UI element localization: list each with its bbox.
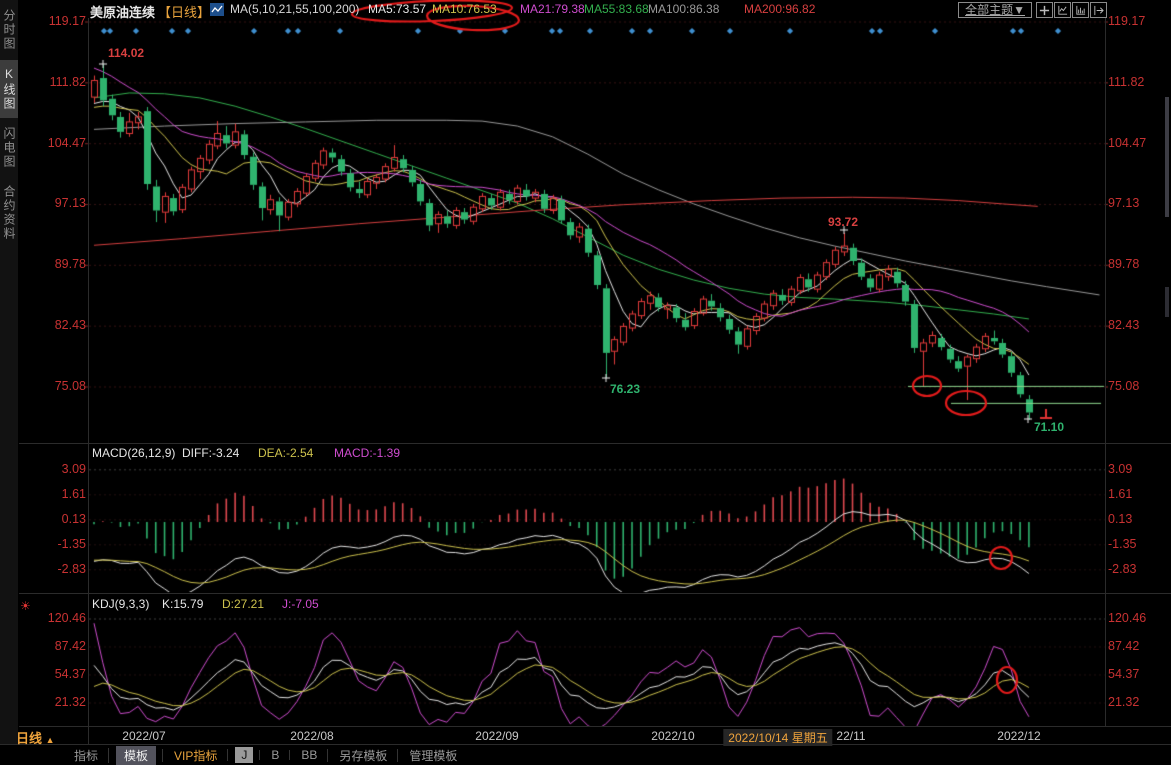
macd-macd-value: MACD:-1.39 [334,446,400,460]
kdj-title: KDJ(9,3,3) [92,597,149,611]
ma5-value: MA5:73.57 [368,2,426,16]
ma21-value: MA21:79.38 [520,2,585,16]
toolbar-divider [0,744,1171,745]
ma100-value: MA100:86.38 [648,2,719,16]
panel-divider-macd [18,443,1171,444]
left-sidebar: 分时图 K线图 闪电图 合约资料 [0,0,19,744]
indicator-alert-sun-icon[interactable]: ☀ [20,599,31,613]
kdj-j-value: J:-7.05 [282,597,319,611]
right-axis-border [1105,18,1106,726]
tab-save-template[interactable]: 另存模板 [335,747,391,764]
tab-manage-templates[interactable]: 管理模板 [405,747,461,764]
ma55-value: MA55:83.68 [584,2,649,16]
right-scrollbar[interactable] [1164,18,1170,726]
macd-title: MACD(26,12,9) [92,446,175,460]
chart-layout-icon[interactable] [1054,2,1071,18]
symbol-title: 美原油连续 [90,2,155,21]
kdj-k-value: K:15.79 [162,597,203,611]
period-tag: 【日线】 [158,2,210,21]
exit-pane-icon[interactable] [1090,2,1107,18]
sidebar-item-time-chart[interactable]: 分时图 [0,2,18,58]
ma10-value: MA10:76.53 [432,2,497,16]
chart-bars-icon[interactable] [1072,2,1089,18]
sidebar-item-contract-info[interactable]: 合约资料 [0,178,18,248]
tab-indicators[interactable]: 指标 [70,747,102,764]
tab-vip-indicators[interactable]: VIP指标 [170,747,221,764]
period-dropdown[interactable]: 日线 ▲ [16,728,55,747]
ma-group-label: MA(5,10,21,55,100,200) [230,2,359,16]
macd-dea-value: DEA:-2.54 [258,446,313,460]
tab-j[interactable]: J [235,747,253,763]
sidebar-item-flash-chart[interactable]: 闪电图 [0,120,18,176]
move-panels-icon[interactable] [1036,2,1053,18]
chart-application-window: 分时图 K线图 闪电图 合约资料 美原油连续 【日线】 MA(5,10,21,5… [0,0,1171,765]
kline-chart-canvas[interactable] [0,0,1171,765]
scrollbar-thumb[interactable] [1165,97,1169,217]
sidebar-item-kline-chart[interactable]: K线图 [0,60,18,118]
left-axis-border [88,18,89,744]
tab-templates[interactable]: 模板 [116,746,156,765]
theme-selector-button[interactable]: 全部主题▼ [958,2,1032,18]
tab-b[interactable]: B [267,748,283,762]
xaxis-divider [18,726,1171,727]
bottom-toolbar: 指标 模板 VIP指标 J B BB 另存模板 管理模板 [70,746,461,764]
kdj-d-value: D:27.21 [222,597,264,611]
panel-divider-kdj [18,593,1171,594]
kline-icon [210,3,224,16]
tab-bb[interactable]: BB [297,748,321,762]
macd-diff-value: DIFF:-3.24 [182,446,239,460]
ma200-value: MA200:96.82 [744,2,815,16]
scrollbar-thumb-secondary[interactable] [1165,287,1169,317]
